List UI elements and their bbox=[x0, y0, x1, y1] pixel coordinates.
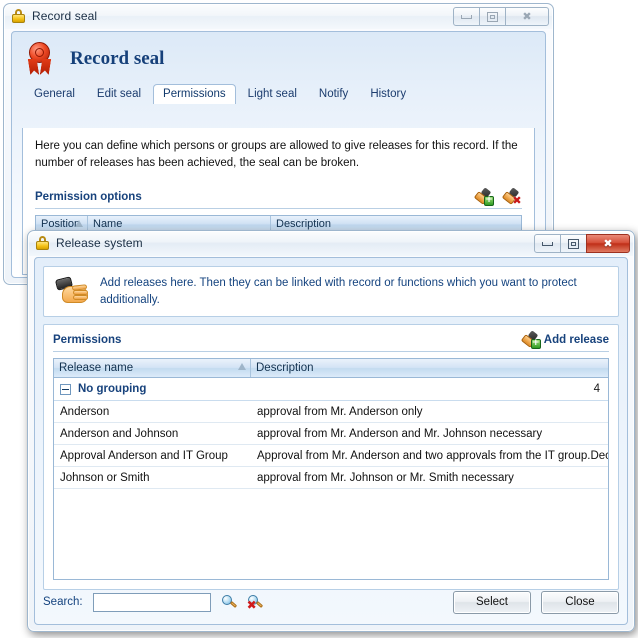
release-system-panel: Add releases here. Then they can be link… bbox=[34, 257, 628, 625]
release-name-cell: Johnson or Smith bbox=[60, 471, 150, 484]
column-header-release-name-label: Release name bbox=[59, 362, 134, 375]
release-list-header: Release name Description bbox=[54, 359, 608, 379]
maximize-button[interactable] bbox=[560, 234, 587, 253]
group-row-no-grouping[interactable]: No grouping 4 bbox=[54, 378, 608, 402]
search-icon-group: ✖ bbox=[221, 594, 263, 611]
permissions-description: Here you can define which persons or gro… bbox=[35, 140, 518, 169]
record-seal-titlebar[interactable]: Record seal ✖ bbox=[3, 3, 554, 29]
release-system-window: Release system ✖ Add releases here. Then… bbox=[27, 230, 635, 632]
section-divider bbox=[35, 208, 522, 210]
add-stamp-icon: + bbox=[520, 330, 541, 350]
release-description-cell: approval from Mr. Johnson or Mr. Smith n… bbox=[257, 471, 514, 484]
hand-stamp-icon bbox=[54, 276, 92, 306]
add-release-label: Add release bbox=[543, 333, 609, 346]
sort-ascending-icon bbox=[238, 363, 246, 371]
record-seal-tabs: General Edit seal Permissions Light seal… bbox=[12, 82, 545, 104]
screen-root: Record seal ✖ Record seal General Edit s… bbox=[0, 0, 638, 638]
release-name-cell: Approval Anderson and IT Group bbox=[60, 449, 228, 462]
tab-edit-seal[interactable]: Edit seal bbox=[87, 84, 151, 104]
release-list: Release name Description No grouping 4 A… bbox=[53, 358, 609, 581]
table-row[interactable]: Johnson or Smith approval from Mr. Johns… bbox=[54, 467, 608, 490]
info-banner: Add releases here. Then they can be link… bbox=[43, 266, 619, 318]
release-description-cell: Approval from Mr. Anderson and two appro… bbox=[257, 449, 608, 462]
add-permission-icon[interactable]: + bbox=[473, 187, 494, 207]
permissions-box: Permissions + Add release Release name D… bbox=[43, 324, 619, 591]
lock-icon bbox=[12, 9, 25, 23]
permissions-divider bbox=[53, 351, 609, 353]
select-button[interactable]: Select bbox=[453, 590, 531, 614]
release-system-titlebar[interactable]: Release system ✖ bbox=[27, 230, 635, 256]
tab-light-seal[interactable]: Light seal bbox=[238, 84, 307, 104]
remove-permission-icon[interactable]: ✖ bbox=[501, 187, 522, 206]
release-system-title: Release system bbox=[56, 236, 143, 250]
release-name-cell: Anderson and Johnson bbox=[60, 427, 179, 440]
column-header-description[interactable]: Description bbox=[251, 359, 608, 377]
permissions-title: Permissions bbox=[53, 333, 122, 346]
search-label: Search: bbox=[43, 596, 83, 608]
record-seal-title: Record seal bbox=[32, 9, 98, 23]
table-row[interactable]: Approval Anderson and IT Group Approval … bbox=[54, 445, 608, 468]
tab-history[interactable]: History bbox=[360, 84, 416, 104]
release-system-footer: Search: ✖ Select Close bbox=[43, 588, 619, 616]
search-magnifier-icon[interactable] bbox=[221, 594, 237, 610]
sort-ascending-icon bbox=[75, 220, 83, 228]
release-name-cell: Anderson bbox=[60, 405, 110, 418]
tab-permissions[interactable]: Permissions bbox=[153, 84, 236, 104]
permission-options-actions: + ✖ bbox=[473, 187, 522, 207]
record-seal-header: Record seal bbox=[12, 32, 545, 82]
record-seal-window-buttons: ✖ bbox=[453, 7, 549, 26]
add-release-button[interactable]: + Add release bbox=[520, 330, 609, 350]
seal-ribbon-icon bbox=[24, 42, 55, 76]
search-input[interactable] bbox=[92, 592, 211, 612]
table-row[interactable]: Anderson and Johnson approval from Mr. A… bbox=[54, 423, 608, 446]
close-button[interactable]: ✖ bbox=[505, 7, 549, 26]
collapse-group-icon[interactable] bbox=[60, 383, 71, 395]
table-row[interactable]: Anderson approval from Mr. Anderson only bbox=[54, 401, 608, 424]
close-button[interactable]: ✖ bbox=[586, 234, 630, 253]
release-description-cell: approval from Mr. Anderson and Mr. Johns… bbox=[257, 427, 543, 440]
close-button[interactable]: Close bbox=[541, 590, 619, 614]
lock-icon bbox=[36, 236, 49, 250]
permissions-box-header: Permissions + Add release bbox=[53, 330, 609, 350]
minimize-button[interactable] bbox=[534, 234, 561, 253]
group-label: No grouping bbox=[78, 383, 147, 396]
footer-buttons: Select Close bbox=[453, 590, 619, 614]
permission-options-row: Permission options + ✖ bbox=[35, 187, 522, 207]
minimize-button[interactable] bbox=[453, 7, 480, 26]
tab-notify[interactable]: Notify bbox=[309, 84, 358, 104]
tab-general[interactable]: General bbox=[24, 84, 85, 104]
maximize-button[interactable] bbox=[479, 7, 506, 26]
page-title: Record seal bbox=[70, 48, 165, 69]
release-description-cell: approval from Mr. Anderson only bbox=[257, 405, 423, 418]
group-count: 4 bbox=[593, 383, 600, 396]
info-banner-text: Add releases here. Then they can be link… bbox=[100, 277, 577, 306]
clear-search-icon[interactable]: ✖ bbox=[247, 594, 263, 611]
column-header-release-name[interactable]: Release name bbox=[54, 359, 251, 378]
release-system-window-buttons: ✖ bbox=[534, 234, 630, 253]
permission-options-title: Permission options bbox=[35, 190, 142, 203]
